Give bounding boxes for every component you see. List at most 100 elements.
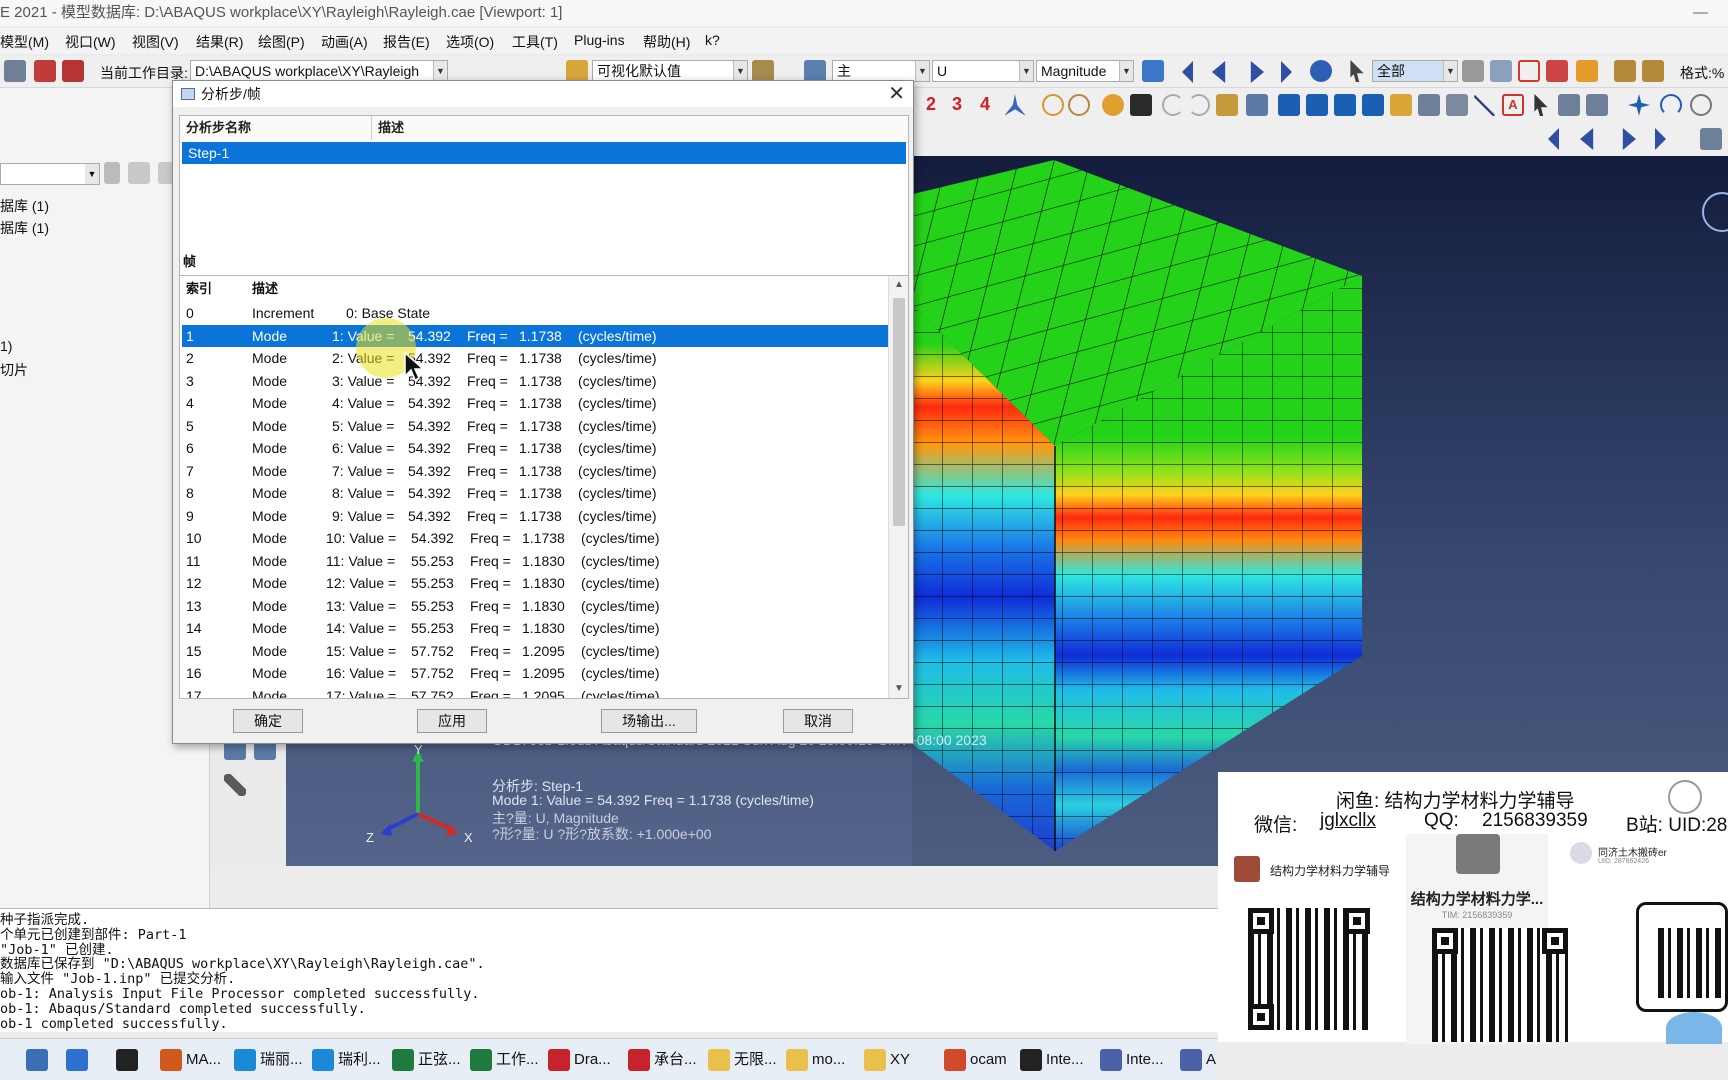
text-annotation-icon[interactable]: A <box>1502 94 1524 116</box>
visualization-icon[interactable] <box>566 60 588 82</box>
menu-plot[interactable]: 绘图(P) <box>258 32 305 52</box>
scroll-thumb[interactable] <box>893 298 905 526</box>
menu-view[interactable]: 视图(V) <box>132 32 179 52</box>
frame-row[interactable]: 2Mode2: Value =54.392Freq =1.1738(cycles… <box>182 347 890 370</box>
chevron-down-icon[interactable]: ▼ <box>1119 61 1133 81</box>
taskbar-app[interactable]: 无限... <box>708 1047 777 1073</box>
pick-arrow-icon[interactable] <box>1534 94 1548 116</box>
next-frame-icon[interactable] <box>1622 128 1636 150</box>
field-output-button[interactable]: 场输出... <box>601 709 697 733</box>
taskbar-app[interactable]: Inte... <box>1100 1047 1164 1073</box>
chevron-down-icon[interactable]: ▼ <box>733 61 747 81</box>
previous-frame-icon[interactable] <box>1212 61 1226 83</box>
frame-row[interactable]: 13 Mode 13: Value = 55.253 Freq = 1.1830 (cycl… <box>182 595 890 618</box>
wand-icon[interactable] <box>224 774 246 796</box>
overlay-icon[interactable] <box>1490 60 1512 82</box>
taskbar-app[interactable]: 瑞利... <box>312 1047 381 1073</box>
ring-icon[interactable] <box>1042 94 1064 116</box>
list-icon[interactable] <box>1558 94 1580 116</box>
layout-1-icon[interactable] <box>1278 94 1300 116</box>
apply-button[interactable]: 应用 <box>417 709 487 733</box>
frame-row[interactable]: 1Mode1: Value =54.392Freq =1.1738(cycles… <box>182 324 890 347</box>
menu-model[interactable]: 模型(M) <box>0 32 49 52</box>
menu-animate[interactable]: 动画(A) <box>321 32 368 52</box>
selection-scope-combo[interactable]: 全部 ▼ <box>1372 60 1458 82</box>
menu-tools[interactable]: 工具(T) <box>512 32 558 52</box>
menu-result[interactable]: 结果(R) <box>196 32 243 52</box>
tree-filter-combo[interactable]: ▼ <box>0 163 100 185</box>
primary-combo[interactable]: 主 ▼ <box>832 60 930 82</box>
taskbar-app[interactable]: Inte... <box>1020 1047 1084 1073</box>
triad-icon[interactable] <box>1004 94 1026 116</box>
tree-item-count[interactable]: 1) <box>0 338 12 354</box>
cancel-button[interactable]: 取消 <box>783 709 853 733</box>
last-frame-icon[interactable] <box>1655 128 1666 150</box>
taskbar-app[interactable] <box>66 1047 92 1073</box>
variable-combo[interactable]: U ▼ <box>932 60 1034 82</box>
sync-icon[interactable] <box>1142 60 1164 82</box>
frame-row[interactable]: 11 Mode 11: Value = 55.253 Freq = 1.1830 (cycl… <box>182 550 890 573</box>
frame-row[interactable]: 5 Mode 5: Value = 54.392 Freq = 1.1738 (cycles… <box>182 415 890 438</box>
redo-icon[interactable] <box>1188 94 1210 116</box>
taskbar-app[interactable] <box>26 1047 52 1073</box>
chevron-down-icon[interactable]: ▼ <box>1443 61 1457 81</box>
frames-scrollbar[interactable]: ▲ ▼ <box>888 276 908 698</box>
menu-options[interactable]: 选项(O) <box>446 32 494 52</box>
legend-icon[interactable] <box>1390 94 1412 116</box>
query-icon[interactable] <box>1446 94 1468 116</box>
chevron-down-icon[interactable]: ▼ <box>433 61 447 81</box>
save-database-icon[interactable] <box>62 60 84 82</box>
chevron-down-icon[interactable]: ▼ <box>85 164 99 184</box>
attributes-icon[interactable] <box>1586 94 1608 116</box>
select-arrow-icon[interactable] <box>1350 60 1364 82</box>
ring-outline-icon[interactable] <box>1068 94 1090 116</box>
column-header-description[interactable]: 描述 <box>372 116 908 140</box>
taskbar-app[interactable]: ocam <box>944 1047 1007 1073</box>
vis-default-combo[interactable]: 可视化默认值 ▼ <box>592 60 748 82</box>
layout-4-icon[interactable] <box>1362 94 1384 116</box>
number-3[interactable]: 3 <box>952 94 962 115</box>
close-icon[interactable]: ✕ <box>888 81 905 107</box>
copy-icon[interactable] <box>1462 60 1484 82</box>
table-icon[interactable] <box>1246 94 1268 116</box>
first-frame-icon[interactable] <box>1182 61 1193 83</box>
print-icon[interactable] <box>4 60 26 82</box>
frame-row[interactable]: 6 Mode 6: Value = 54.392 Freq = 1.1738 (cycles… <box>182 437 890 460</box>
database-icon[interactable] <box>34 60 56 82</box>
chevron-down-icon[interactable]: ▼ <box>1019 61 1033 81</box>
menu-help[interactable]: 帮助(H) <box>643 32 690 52</box>
tree-item-slice[interactable]: 切片 <box>0 360 28 380</box>
layout-2-icon[interactable] <box>1306 94 1328 116</box>
column-header-index[interactable]: 索引 <box>186 276 212 302</box>
frame-row[interactable]: 17 Mode 17: Value = 57.752 Freq = 1.2095 (cycl… <box>182 685 890 699</box>
minimize-button[interactable]: — <box>1693 0 1708 26</box>
frame-row[interactable]: 8 Mode 8: Value = 54.392 Freq = 1.1738 (cycles… <box>182 482 890 505</box>
folder-icon[interactable] <box>128 162 150 184</box>
number-4[interactable]: 4 <box>980 94 990 115</box>
palette-icon[interactable] <box>1216 94 1238 116</box>
frame-row[interactable]: 14 Mode 14: Value = 55.253 Freq = 1.1830 (cycl… <box>182 617 890 640</box>
frame-row[interactable]: 4 Mode 4: Value = 54.392 Freq = 1.1738 (cycles… <box>182 392 890 415</box>
viewport[interactable] <box>912 156 1728 866</box>
tree-item-model-db[interactable]: 据库 (1) <box>0 196 49 216</box>
next-frame-icon[interactable] <box>1250 61 1264 83</box>
taskbar-app[interactable]: XY <box>864 1047 910 1073</box>
ok-button[interactable]: 确定 <box>233 709 303 733</box>
scale-icon[interactable] <box>1642 60 1664 82</box>
dialog-title-bar[interactable]: 分析步/帧 ✕ <box>173 81 913 107</box>
column-header-step-name[interactable]: 分析步名称 <box>180 116 372 140</box>
viewport-icon[interactable] <box>1700 128 1722 150</box>
scroll-up-icon[interactable]: ▲ <box>889 276 908 294</box>
field-output-icon[interactable] <box>804 60 826 82</box>
workdir-combo[interactable]: D:\ABAQUS workplace\XY\Rayleigh ▼ <box>190 60 448 82</box>
mesh-icon[interactable] <box>752 60 774 82</box>
rotate-icon[interactable] <box>1660 94 1682 116</box>
line-icon[interactable] <box>1474 94 1496 116</box>
render-icon[interactable] <box>1576 60 1598 82</box>
taskbar-app[interactable]: 承台... <box>628 1047 697 1073</box>
frame-row[interactable]: 16 Mode 16: Value = 57.752 Freq = 1.2095 (cycl… <box>182 662 890 685</box>
first-frame-icon[interactable] <box>1548 128 1559 150</box>
step-row[interactable]: Step-1 <box>182 142 906 164</box>
box-select-icon[interactable] <box>1518 60 1540 82</box>
menu-viewport[interactable]: 视口(W) <box>65 32 116 52</box>
